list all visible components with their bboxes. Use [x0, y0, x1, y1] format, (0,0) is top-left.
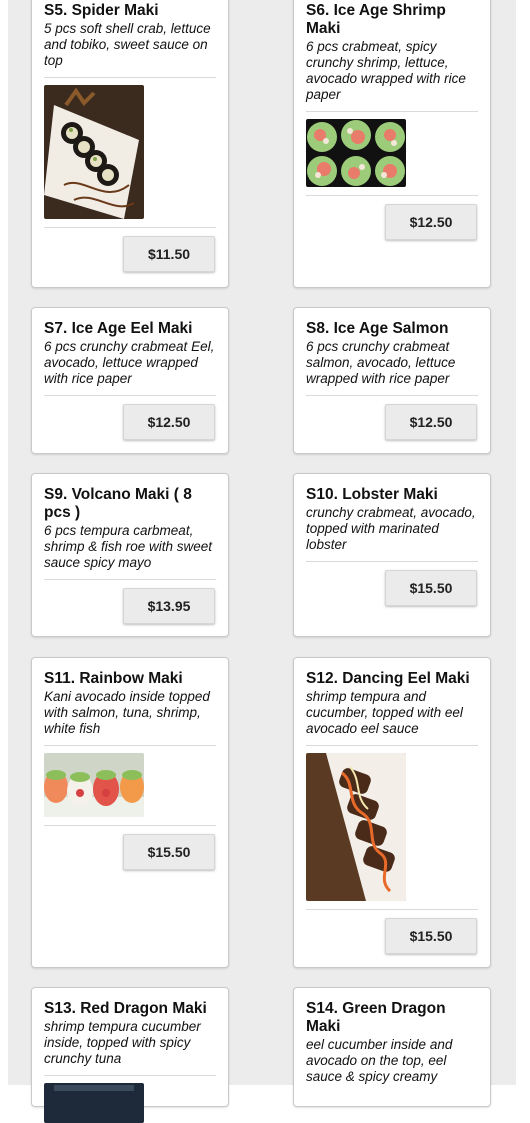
spider-maki-photo[interactable]	[44, 85, 144, 219]
item-description: 5 pcs soft shell crab, lettuce and tobik…	[44, 21, 211, 68]
item-description: shrimp tempura cucumber inside, topped w…	[44, 1019, 201, 1066]
divider	[44, 1075, 216, 1076]
item-description: crunchy crabmeat, avocado, topped with m…	[306, 505, 476, 552]
add-to-cart-price-button[interactable]: $15.50	[123, 834, 215, 870]
add-to-cart-price-button[interactable]: $13.95	[123, 588, 215, 624]
item-title: S6. Ice Age Shrimp Maki	[306, 2, 446, 37]
item-description: 6 pcs crunchy crabmeat Eel, avocado, let…	[44, 339, 215, 386]
item-description: shrimp tempura and cucumber, topped with…	[306, 689, 463, 736]
add-to-cart-price-button[interactable]: $11.50	[123, 236, 215, 272]
divider	[44, 77, 216, 78]
menu-item-card[interactable]: S9. Volcano Maki ( 8 pcs ) 6 pcs tempura…	[31, 473, 229, 637]
item-title: S9. Volcano Maki ( 8 pcs )	[44, 486, 192, 521]
item-description: 6 pcs crunchy crabmeat salmon, avocado, …	[306, 339, 456, 386]
item-description: Kani avocado inside topped with salmon, …	[44, 689, 210, 736]
menu-item-card[interactable]: S6. Ice Age Shrimp Maki 6 pcs crabmeat, …	[293, 0, 491, 288]
item-title: S11. Rainbow Maki	[44, 670, 183, 687]
rainbow-maki-photo[interactable]	[44, 753, 144, 817]
item-description: 6 pcs tempura carbmeat, shrimp & fish ro…	[44, 523, 213, 570]
add-to-cart-price-button[interactable]: $15.50	[385, 918, 477, 954]
add-to-cart-price-button[interactable]: $12.50	[385, 204, 477, 240]
menu-item-card[interactable]: S10. Lobster Maki crunchy crabmeat, avoc…	[293, 473, 491, 637]
menu-item-card[interactable]: S13. Red Dragon Maki shrimp tempura cucu…	[31, 987, 229, 1123]
item-title: S7. Ice Age Eel Maki	[44, 320, 193, 337]
item-description: eel cucumber inside and avocado on the t…	[306, 1037, 453, 1084]
item-title: S13. Red Dragon Maki	[44, 1000, 207, 1017]
divider	[44, 745, 216, 746]
menu-item-card[interactable]: S11. Rainbow Maki Kani avocado inside to…	[31, 657, 229, 968]
divider	[306, 745, 478, 746]
divider	[306, 111, 478, 112]
item-title: S5. Spider Maki	[44, 2, 159, 19]
item-title: S10. Lobster Maki	[306, 486, 438, 503]
menu-item-card[interactable]: S14. Green Dragon Maki eel cucumber insi…	[293, 987, 491, 1107]
item-title: S12. Dancing Eel Maki	[306, 670, 470, 687]
menu-item-card[interactable]: S7. Ice Age Eel Maki 6 pcs crunchy crabm…	[31, 307, 229, 454]
ice-age-shrimp-photo[interactable]	[306, 119, 406, 187]
add-to-cart-price-button[interactable]: $15.50	[385, 570, 477, 606]
dancing-eel-photo[interactable]	[306, 753, 406, 901]
add-to-cart-price-button[interactable]: $12.50	[123, 404, 215, 440]
menu-item-card[interactable]: S8. Ice Age Salmon 6 pcs crunchy crabmea…	[293, 307, 491, 454]
item-description: 6 pcs crabmeat, spicy crunchy shrimp, le…	[306, 39, 466, 102]
menu-item-card[interactable]: S5. Spider Maki 5 pcs soft shell crab, l…	[31, 0, 229, 288]
menu-item-card[interactable]: S12. Dancing Eel Maki shrimp tempura and…	[293, 657, 491, 968]
add-to-cart-price-button[interactable]: $12.50	[385, 404, 477, 440]
item-title: S8. Ice Age Salmon	[306, 320, 449, 337]
item-title: S14. Green Dragon Maki	[306, 1000, 446, 1035]
red-dragon-photo[interactable]	[44, 1083, 144, 1123]
